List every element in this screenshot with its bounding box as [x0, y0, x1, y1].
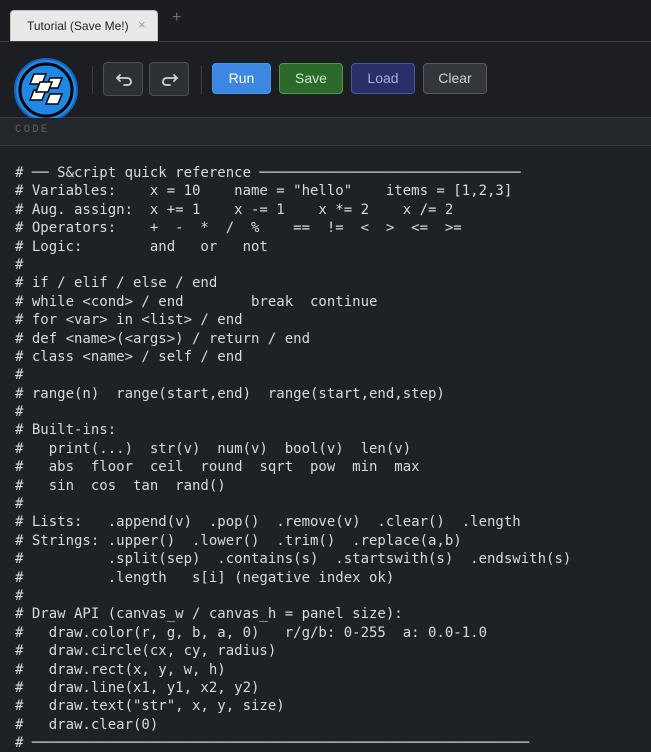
tab-tutorial[interactable]: Tutorial (Save Me!) × — [10, 10, 158, 41]
code-line: # Draw API (canvas_w / canvas_h = panel … — [15, 606, 403, 623]
code-line: # Aug. assign: x += 1 x -= 1 x *= 2 x /=… — [15, 201, 454, 218]
code-line: # Variables: x = 10 name = "hello" items… — [15, 183, 513, 200]
load-button[interactable]: Load — [351, 63, 415, 94]
code-line: # Logic: and or not — [15, 238, 268, 255]
code-line: # draw.rect(x, y, w, h) — [15, 661, 226, 678]
code-line: # — [15, 404, 24, 421]
redo-arrow-icon — [162, 74, 178, 86]
clear-button[interactable]: Clear — [423, 63, 487, 94]
section-label: CODE — [15, 124, 50, 136]
undo-arrow-icon — [116, 74, 132, 86]
code-section-header: CODE — [0, 118, 651, 146]
code-line: # ── S&cript quick reference ───────────… — [15, 165, 521, 181]
code-line: # range(n) range(start,end) range(start,… — [15, 385, 445, 402]
code-line: # — [15, 256, 24, 273]
redo-button[interactable] — [149, 62, 189, 96]
code-line: # abs floor ceil round sqrt pow min max — [15, 459, 420, 476]
app-window: Tutorial (Save Me!) × + Run Save Load Cl… — [0, 0, 651, 752]
code-line: # — [15, 587, 24, 604]
code-line: # Strings: .upper() .lower() .trim() .re… — [15, 532, 462, 549]
code-line: # print(...) str(v) num(v) bool(v) len(v… — [15, 440, 412, 457]
code-text[interactable]: # ── S&cript quick reference ───────────… — [15, 164, 571, 752]
app-logo — [12, 56, 80, 124]
code-line: # — [15, 496, 24, 513]
code-editor[interactable]: # ── S&cript quick reference ───────────… — [0, 146, 651, 752]
code-line: # class <name> / self / end — [15, 348, 243, 365]
code-line: # sin cos tan rand() — [15, 477, 226, 494]
undo-button[interactable] — [103, 62, 143, 96]
code-line: # def <name>(<args>) / return / end — [15, 330, 311, 347]
code-line: # Built-ins: — [15, 422, 117, 439]
save-button[interactable]: Save — [279, 63, 343, 94]
code-line: # draw.line(x1, y1, x2, y2) — [15, 679, 260, 696]
code-line: # draw.clear(0) — [15, 716, 159, 733]
code-line: # draw.text("str", x, y, size) — [15, 698, 285, 715]
run-button[interactable]: Run — [212, 63, 271, 94]
code-line: # for <var> in <list> / end — [15, 312, 243, 329]
code-line: # .split(sep) .contains(s) .startswith(s… — [15, 551, 572, 568]
toolbar-separator — [92, 66, 93, 94]
code-line: # .length s[i] (negative index ok) — [15, 569, 395, 586]
close-icon[interactable]: × — [138, 17, 146, 32]
code-line: # draw.color(r, g, b, a, 0) r/g/b: 0-255… — [15, 624, 488, 641]
code-line: # Lists: .append(v) .pop() .remove(v) .c… — [15, 514, 521, 531]
toolbar: Run Save Load Clear — [0, 42, 651, 122]
toolbar-separator — [201, 66, 202, 94]
add-tab-icon[interactable]: + — [172, 9, 181, 27]
code-line: # draw.circle(cx, cy, radius) — [15, 643, 277, 660]
code-line: # if / elif / else / end — [15, 275, 218, 292]
code-line: # Operators: + - * / % == != < > <= >= — [15, 220, 462, 237]
code-line: # — [15, 367, 24, 384]
code-line: # ──────────────────────────────────────… — [15, 735, 530, 752]
code-line: # while <cond> / end break continue — [15, 293, 378, 310]
tab-label: Tutorial (Save Me!) — [27, 19, 129, 33]
tab-bar: Tutorial (Save Me!) × + — [0, 0, 651, 42]
